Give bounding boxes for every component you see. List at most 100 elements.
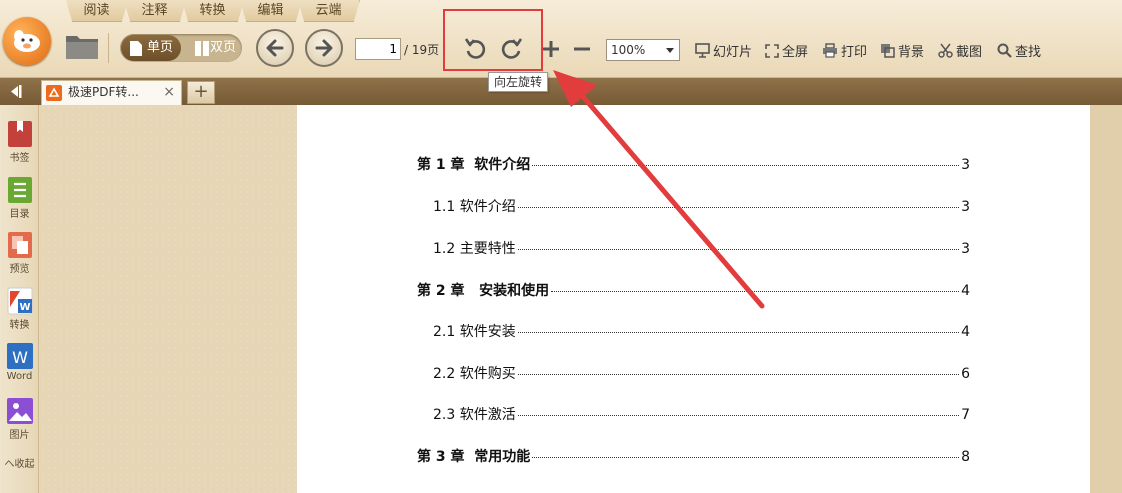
view-toggle: 单页 双页 — [120, 34, 242, 62]
toc-entry-page: 7 — [961, 407, 970, 423]
sidebar-item-label: 书签 — [9, 153, 30, 164]
toc-entry[interactable]: 第 1 章 软件介绍 3 — [417, 154, 970, 174]
pdf-to-word-icon: W — [6, 287, 34, 315]
sidebar-item-toc[interactable]: 目录 — [0, 176, 39, 220]
fullscreen-icon — [765, 43, 779, 58]
toc-leader — [517, 332, 960, 333]
sidebar-item-bookmarks[interactable]: 书签 — [0, 120, 39, 164]
toc-entry[interactable]: 第 3 章 常用功能 8 — [417, 446, 970, 466]
toc-entry[interactable]: 2.2 软件购买 6 — [433, 363, 970, 383]
word-icon: W — [6, 342, 34, 370]
search-icon — [997, 43, 1012, 58]
toc-entry[interactable]: 2.3 软件激活 7 — [433, 404, 970, 424]
toolbar: 阅读 注释 转换 编辑 云端 单页 双页 1 / 19页 100% 幻灯片 全屏… — [0, 0, 1122, 78]
zoom-value: 100% — [611, 43, 646, 57]
toc-entry-label: 1.2 主要特性 — [433, 241, 516, 257]
sidebar-item-label: 目录 — [9, 209, 30, 220]
single-page-icon — [130, 41, 142, 56]
toc-entry-page: 4 — [961, 324, 970, 340]
sidebar-item-label: Word — [6, 371, 33, 382]
close-tab-icon[interactable]: × — [163, 81, 175, 104]
page-number-input[interactable] — [355, 38, 401, 60]
print-icon — [823, 43, 837, 58]
search-button[interactable]: 查找 — [997, 41, 1041, 60]
viewport-margin — [1090, 105, 1122, 493]
add-tab-button[interactable]: + — [187, 81, 215, 104]
chevron-down-icon — [666, 48, 674, 53]
toc-entry-page: 6 — [961, 366, 970, 382]
toc-entry-label: 2.2 软件购买 — [433, 366, 516, 382]
double-page-icon — [195, 41, 209, 56]
collapse-sidebar-button[interactable] — [0, 78, 38, 105]
toc-entry[interactable]: 1.2 主要特性 3 — [433, 238, 970, 258]
sidebar-item-convert[interactable]: W 转换 — [0, 287, 39, 331]
toc-entry[interactable]: 1.1 软件介绍 3 — [433, 196, 970, 216]
zoom-out-button[interactable] — [572, 38, 592, 60]
toc-leader — [517, 374, 960, 375]
menu-tab-edit[interactable]: 编辑 — [240, 0, 302, 22]
pdf-page: 第 1 章 软件介绍 3 1.1 软件介绍 3 1.2 主要特性 3 第 2 章… — [297, 105, 1090, 493]
arrow-right-icon — [315, 39, 333, 57]
double-page-label: 双页 — [210, 40, 237, 55]
toc-entry-label: 第 2 章 安装和使用 — [417, 283, 550, 299]
print-label: 打印 — [841, 45, 868, 60]
screenshot-label: 截图 — [956, 45, 983, 60]
menu-tab-read[interactable]: 阅读 — [66, 0, 128, 22]
arrow-left-icon — [266, 39, 284, 57]
sidebar-item-image[interactable]: 图片 — [0, 397, 39, 441]
sidebar-item-preview[interactable]: 预览 — [0, 231, 39, 275]
slideshow-button[interactable]: 幻灯片 — [695, 41, 752, 60]
toc-entry-page: 3 — [961, 241, 970, 257]
single-page-button[interactable]: 单页 — [121, 35, 181, 61]
sidebar-collapse-button[interactable]: へ收起 — [0, 455, 39, 470]
folder-icon — [66, 36, 98, 59]
toc-entry-page: 8 — [961, 449, 970, 465]
single-page-label: 单页 — [147, 40, 174, 55]
toc-entry-page: 4 — [961, 283, 970, 299]
toc-entry-label: 2.3 软件激活 — [433, 407, 516, 423]
screenshot-button[interactable]: 截图 — [938, 41, 982, 60]
rotate-highlight-box — [443, 9, 543, 71]
double-page-button[interactable]: 双页 — [186, 35, 242, 61]
screenshot-icon — [938, 43, 953, 58]
sidebar: 书签 目录 预览 W 转换 W Word 图片 へ收起 — [0, 105, 39, 493]
bookmark-icon — [6, 120, 34, 148]
background-label: 背景 — [898, 45, 925, 60]
app-logo-icon[interactable] — [3, 17, 51, 65]
toc-icon — [6, 176, 34, 204]
prev-page-button[interactable] — [256, 29, 294, 67]
document-tab-title: 极速PDF转... — [68, 85, 139, 99]
svg-text:W: W — [12, 348, 28, 367]
pdf-file-icon — [46, 85, 62, 101]
toc-entry-label: 第 1 章 软件介绍 — [417, 157, 531, 173]
next-page-button[interactable] — [305, 29, 343, 67]
toc-entry[interactable]: 第 2 章 安装和使用 4 — [417, 280, 970, 300]
image-icon — [6, 397, 34, 425]
print-button[interactable]: 打印 — [822, 41, 867, 60]
toc-entry-label: 1.1 软件介绍 — [433, 199, 516, 215]
rotate-left-tooltip: 向左旋转 — [488, 72, 548, 92]
search-label: 查找 — [1015, 45, 1042, 60]
toc-entry-label: 第 3 章 常用功能 — [417, 449, 531, 465]
zoom-select[interactable]: 100% — [606, 39, 680, 61]
toc-leader — [532, 165, 960, 166]
background-icon — [881, 44, 895, 58]
menu-tab-cloud[interactable]: 云端 — [298, 0, 360, 22]
document-tabstrip: 极速PDF转... × + — [0, 78, 1122, 105]
collapse-left-icon — [11, 85, 22, 98]
toc-entry[interactable]: 2.1 软件安装 4 — [433, 321, 970, 341]
background-button[interactable]: 背景 — [880, 41, 924, 60]
open-folder-button[interactable] — [64, 30, 100, 64]
fullscreen-label: 全屏 — [782, 45, 809, 60]
document-tab[interactable]: 极速PDF转... × — [41, 80, 182, 105]
menu-tab-convert[interactable]: 转换 — [182, 0, 244, 22]
svg-text:W: W — [19, 302, 30, 313]
plus-icon — [543, 41, 559, 57]
sidebar-item-word[interactable]: W Word — [0, 342, 39, 382]
fullscreen-button[interactable]: 全屏 — [765, 41, 808, 60]
menu-tab-annotate[interactable]: 注释 — [124, 0, 186, 22]
sidebar-item-label: 图片 — [9, 430, 30, 441]
preview-icon — [6, 231, 34, 259]
zoom-in-button[interactable] — [541, 38, 561, 60]
toc-leader — [517, 207, 960, 208]
